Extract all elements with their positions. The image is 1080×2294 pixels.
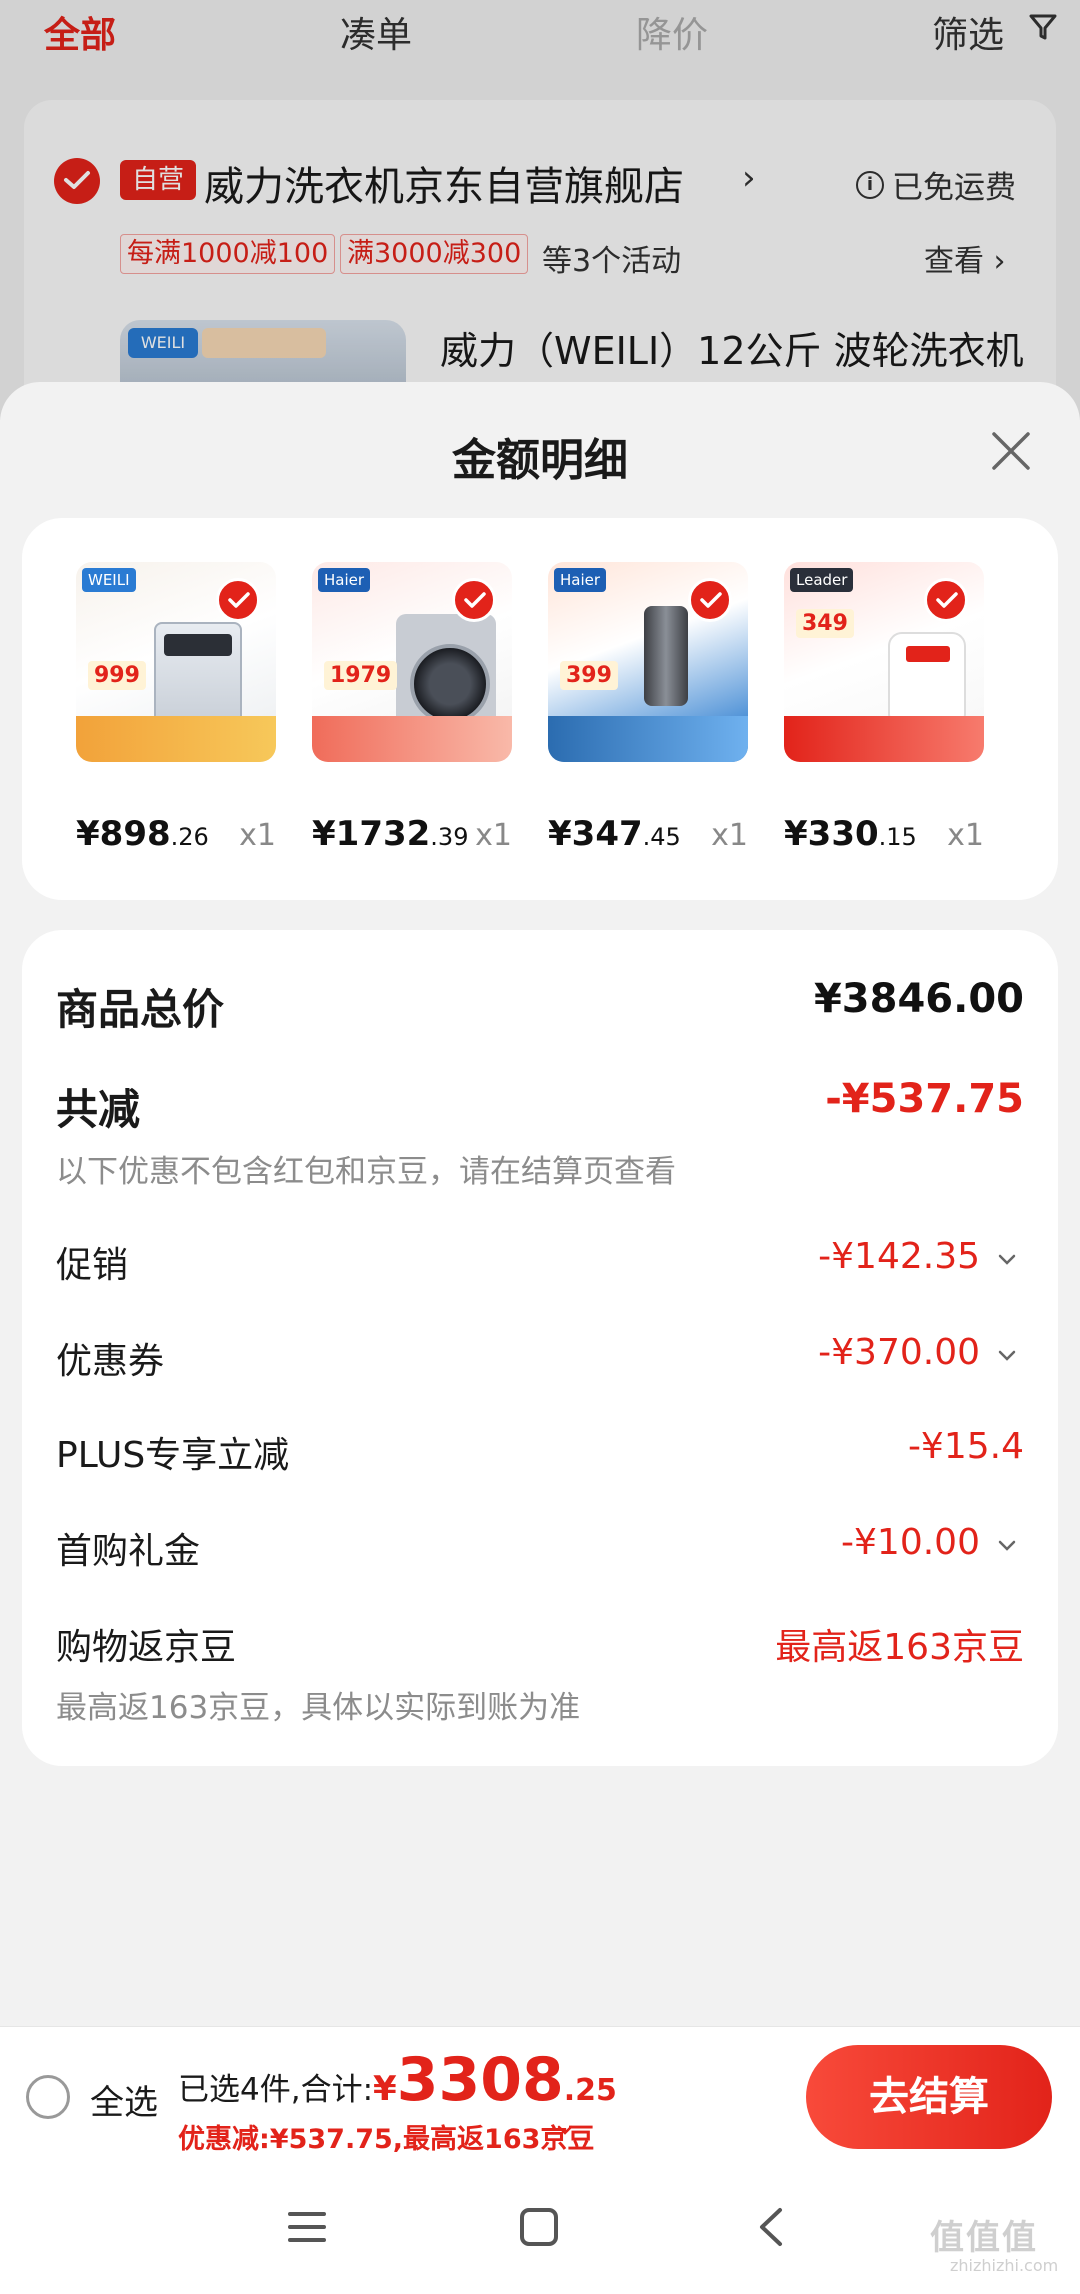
goods-total-label: 商品总价 <box>56 985 225 1034</box>
item-price: ¥898.26 <box>76 814 209 854</box>
jd-beans-value: 最高返163京豆 <box>775 1627 1024 1668</box>
item-quantity: x1 <box>239 818 276 853</box>
water-heater-image <box>888 632 966 728</box>
brand-logo: Haier <box>318 568 371 592</box>
promo-label: 促销 <box>56 1245 129 1286</box>
brand-logo: Haier <box>554 568 607 592</box>
promo-stripe <box>76 716 276 762</box>
item-selected-check[interactable] <box>688 578 732 622</box>
amount-detail-sheet: 金额明细 WEILI 999 ¥898.26 x1 Haier 1979 ¥17… <box>0 382 1080 2294</box>
item-price: ¥330.15 <box>784 814 917 854</box>
coupon-label: 优惠券 <box>56 1341 165 1382</box>
total-integer: 3308 <box>396 2045 564 2115</box>
promo-stripe <box>548 716 748 762</box>
first-gift-value[interactable]: -¥10.00 <box>841 1522 980 1563</box>
item-price-row: ¥347.45 x1 <box>548 814 748 864</box>
chevron-down-icon[interactable] <box>996 1534 1018 1556</box>
watermark-logo: 值值值 <box>930 2218 1038 2258</box>
sheet-title: 金额明细 <box>452 435 628 486</box>
currency-symbol: ¥ <box>373 2069 397 2109</box>
item-selected-check[interactable] <box>452 578 496 622</box>
reduce-note: 以下优惠不包含红包和京豆，请在结算页查看 <box>56 1154 676 1190</box>
plus-discount-label: PLUS专享立减 <box>56 1435 290 1476</box>
check-icon <box>464 592 486 608</box>
brand-logo: Leader <box>790 568 854 592</box>
thumb-price-tag: 999 <box>88 661 146 690</box>
close-icon[interactable] <box>986 426 1036 476</box>
modal-overlay[interactable] <box>0 0 1080 420</box>
list-item[interactable]: Haier 1979 ¥1732.39 x1 <box>312 562 512 854</box>
item-selected-check[interactable] <box>216 578 260 622</box>
checkout-button[interactable]: 去结算 <box>806 2045 1052 2149</box>
list-item[interactable]: Haier 399 ¥347.45 x1 <box>548 562 748 854</box>
product-thumbnail[interactable]: Haier 399 <box>548 562 748 762</box>
list-item[interactable]: WEILI 999 ¥898.26 x1 <box>76 562 276 854</box>
total-amount: 已选4件,合计:¥3308.25 <box>178 2045 617 2115</box>
promo-stripe <box>312 716 512 762</box>
total-reduce-label: 共减 <box>56 1085 141 1134</box>
back-icon[interactable] <box>748 2202 798 2252</box>
plus-discount-value: -¥15.4 <box>907 1426 1024 1467</box>
item-quantity: x1 <box>475 818 512 853</box>
first-gift-label: 首购礼金 <box>56 1531 201 1572</box>
watermark-url: zhizhizhi.com <box>950 2256 1059 2275</box>
check-icon <box>228 592 250 608</box>
total-reduce-value: -¥537.75 <box>825 1076 1024 1122</box>
item-quantity: x1 <box>711 818 748 853</box>
thumb-price-tag: 1979 <box>324 661 398 690</box>
jd-beans-note: 最高返163京豆，具体以实际到账为准 <box>56 1690 581 1726</box>
select-all-label[interactable]: 全选 <box>90 2075 158 2124</box>
system-navigation-bar: 值值值 zhizhizhi.com <box>0 2162 1080 2294</box>
check-icon <box>700 592 722 608</box>
selected-items-card: WEILI 999 ¥898.26 x1 Haier 1979 ¥1732.39… <box>22 518 1058 900</box>
jd-beans-label: 购物返京豆 <box>56 1627 237 1668</box>
price-summary-card: 商品总价 ¥3846.00 共减 -¥537.75 以下优惠不包含红包和京豆，请… <box>22 930 1058 1766</box>
list-item[interactable]: Leader 349 ¥330.15 x1 <box>784 562 984 854</box>
promo-value[interactable]: -¥142.35 <box>818 1236 980 1277</box>
water-filter-image <box>644 606 688 706</box>
promo-stripe <box>784 716 984 762</box>
product-thumbnail[interactable]: Leader 349 <box>784 562 984 762</box>
home-icon[interactable] <box>514 2202 564 2252</box>
check-icon <box>936 592 958 608</box>
brand-logo: WEILI <box>82 568 136 592</box>
thumb-price-tag: 349 <box>796 609 854 638</box>
discount-summary[interactable]: 优惠减:¥537.75,最高返163京豆 <box>178 2117 594 2156</box>
item-price-row: ¥898.26 x1 <box>76 814 276 864</box>
chevron-down-icon[interactable] <box>556 2121 574 2139</box>
item-quantity: x1 <box>947 818 984 853</box>
coupon-value[interactable]: -¥370.00 <box>818 1332 980 1373</box>
item-price: ¥347.45 <box>548 814 681 854</box>
product-thumbnail[interactable]: Haier 1979 <box>312 562 512 762</box>
chevron-down-icon[interactable] <box>996 1248 1018 1270</box>
goods-total-value: ¥3846.00 <box>813 976 1024 1022</box>
item-price: ¥1732.39 <box>312 814 469 854</box>
item-price-row: ¥1732.39 x1 <box>312 814 512 864</box>
product-thumbnail[interactable]: WEILI 999 <box>76 562 276 762</box>
menu-icon[interactable] <box>282 2202 332 2252</box>
total-decimal: .25 <box>563 2073 617 2108</box>
thumb-price-tag: 399 <box>560 661 618 690</box>
item-selected-check[interactable] <box>924 578 968 622</box>
item-price-row: ¥330.15 x1 <box>784 814 984 864</box>
select-all-checkbox[interactable] <box>26 2075 70 2119</box>
checkout-bar: 全选 已选4件,合计:¥3308.25 优惠减:¥537.75,最高返163京豆… <box>0 2026 1080 2162</box>
selected-count-text: 已选4件,合计: <box>178 2072 374 2108</box>
chevron-down-icon[interactable] <box>996 1344 1018 1366</box>
